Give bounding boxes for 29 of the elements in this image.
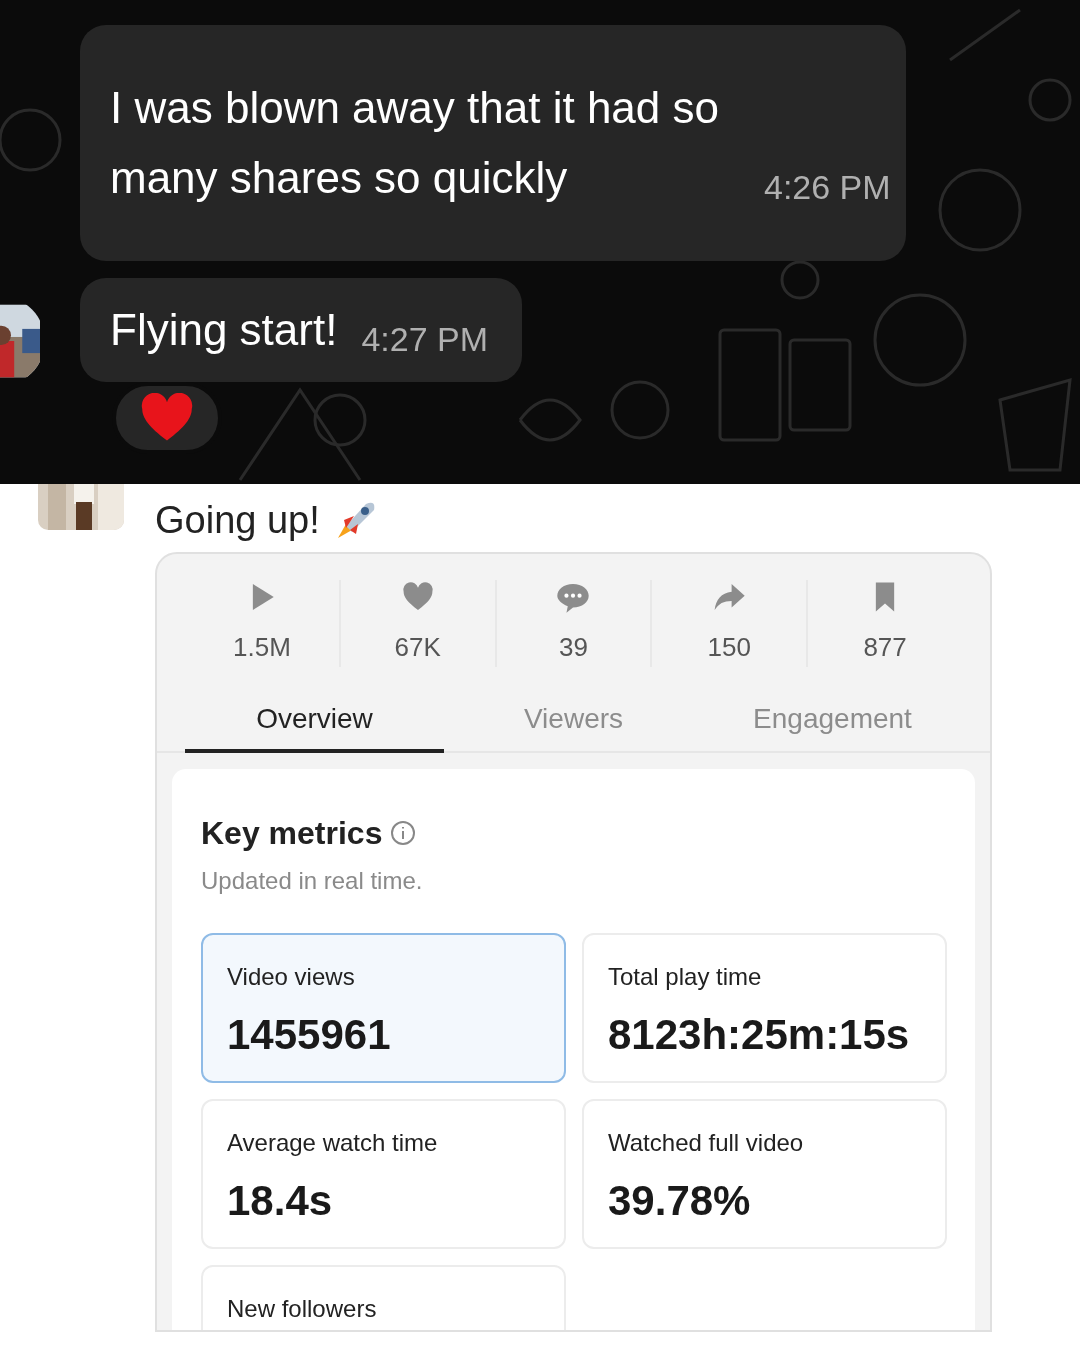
metric-value: 8123h:25m:15s xyxy=(608,1010,911,1060)
metric-card[interactable]: Watched full video 39.78% xyxy=(582,1099,947,1249)
section-subtitle: Updated in real time. xyxy=(201,866,424,896)
metric-card[interactable]: Video views 1455961 xyxy=(201,933,566,1083)
stat-value: 150 xyxy=(707,631,751,664)
metric-label: Average watch time xyxy=(227,1128,439,1158)
stat-value: 1.5M xyxy=(233,631,291,664)
metric-card[interactable]: Total play time 8123h:25m:15s xyxy=(582,933,947,1083)
stat-value: 67K xyxy=(394,631,441,664)
tab[interactable]: Overview xyxy=(185,689,444,753)
message-text: Flying start! xyxy=(110,304,338,356)
section-title: Key metrics xyxy=(201,814,383,853)
message-text: Going up! xyxy=(155,497,320,543)
metric-card[interactable]: New followers xyxy=(201,1265,566,1330)
stat-value: 877 xyxy=(863,631,907,664)
metric-label: Watched full video xyxy=(608,1128,805,1158)
message-time: 4:26 PM xyxy=(764,167,891,208)
message-time: 4:27 PM xyxy=(361,319,488,360)
stat-value: 39 xyxy=(559,631,588,664)
metric-value: 1455961 xyxy=(227,1010,392,1060)
metric-value: 18.4s xyxy=(227,1176,334,1226)
metric-label: New followers xyxy=(227,1294,378,1324)
metric-card[interactable]: Average watch time 18.4s xyxy=(201,1099,566,1249)
metric-label: Video views xyxy=(227,962,356,992)
heart-icon xyxy=(140,393,194,443)
message-text: I was blown away that it had so many shares so quickly xyxy=(110,82,720,204)
metric-value: 39.78% xyxy=(608,1176,752,1226)
info-icon[interactable] xyxy=(390,820,417,846)
metric-label: Total play time xyxy=(608,962,763,992)
